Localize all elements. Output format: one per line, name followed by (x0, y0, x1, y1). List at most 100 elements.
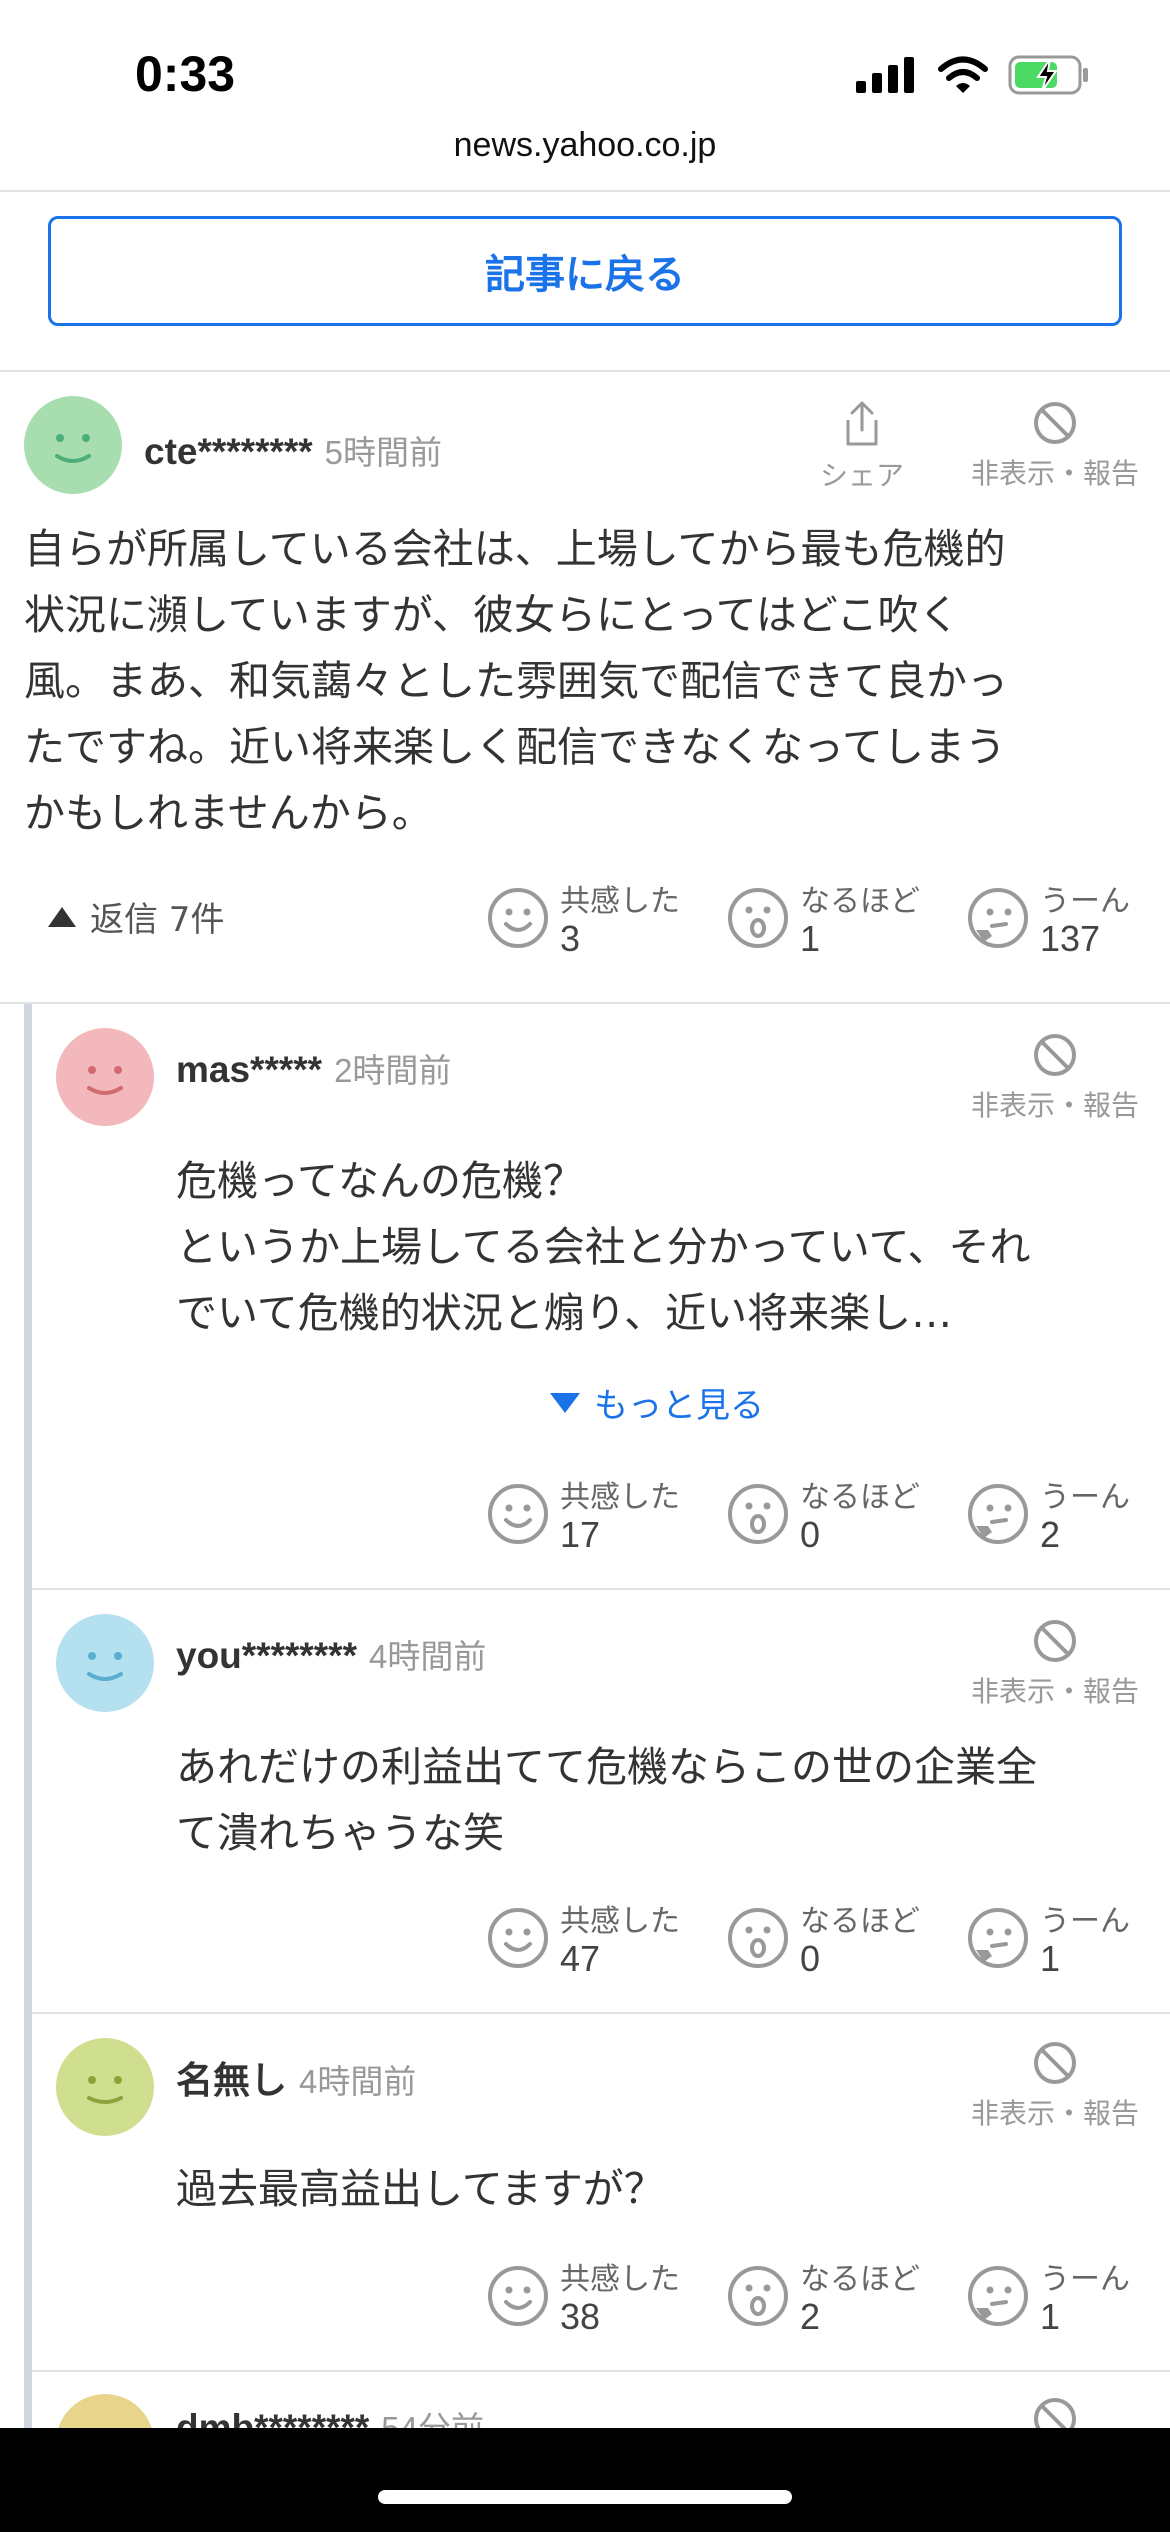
smiley-avatar-icon (87, 2076, 123, 2104)
hide-report-button[interactable]: 非表示・報告 (960, 1032, 1150, 1124)
username[interactable]: mas***** (176, 1049, 322, 1090)
insight-reaction-button[interactable]: なるほど 2 (726, 2254, 966, 2337)
reaction-bar: 共感した 3 なるほど 1 うーん 137 (486, 876, 1170, 959)
thinking-face-icon (968, 1484, 1028, 1544)
hide-report-button[interactable]: 非表示・報告 (960, 1618, 1150, 1710)
thinking-face-icon (968, 1908, 1028, 1968)
reaction-label: 共感した (560, 884, 680, 919)
reply-line: でいて危機的状況と煽り、近い将来楽し… (176, 1289, 953, 1337)
divider (0, 370, 1170, 372)
avatar[interactable] (56, 1028, 154, 1126)
home-indicator[interactable] (378, 2490, 792, 2504)
expand-triangle-icon (550, 1392, 580, 1413)
battery-charging-icon (1008, 55, 1088, 95)
show-more-link[interactable]: もっと見る (550, 1378, 764, 1427)
reaction-label: なるほど (800, 884, 920, 919)
replies-toggle[interactable]: 返信 7件 (48, 892, 224, 941)
reaction-label: うーん (1040, 1904, 1130, 1939)
reply-username[interactable]: you******** 4時間前 (176, 1630, 486, 1678)
share-button[interactable]: シェア (812, 400, 912, 494)
reaction-count: 2 (800, 2296, 821, 2337)
empathy-reaction-button[interactable]: 共感した 17 (486, 1472, 726, 1555)
reply-line: 過去最高益出してますが？ (176, 2165, 665, 2213)
reaction-label: なるほど (800, 2262, 920, 2297)
reply-line: あれだけの利益出てて危機ならこの世の企業全 (176, 1743, 1037, 1791)
insight-reaction-button[interactable]: なるほど 0 (726, 1472, 966, 1555)
smile-face-icon (488, 1908, 548, 1968)
reaction-label: 共感した (560, 1480, 680, 1515)
empathy-reaction-button[interactable]: 共感した 38 (486, 2254, 726, 2337)
empathy-reaction-button[interactable]: 共感した 47 (486, 1896, 726, 1979)
reply-thread-bar (24, 1004, 32, 2444)
reaction-count: 1 (800, 918, 821, 959)
empathy-reaction-button[interactable]: 共感した 3 (486, 876, 726, 959)
hmm-reaction-button[interactable]: うーん 1 (966, 1896, 1170, 1979)
hide-report-button[interactable]: 非表示・報告 (960, 400, 1150, 492)
hide-report-button[interactable]: 非表示・報告 (960, 2040, 1150, 2132)
hmm-reaction-button[interactable]: うーん 2 (966, 1472, 1170, 1555)
avatar[interactable] (56, 1614, 154, 1712)
collapse-triangle-icon (48, 906, 76, 927)
smiley-avatar-icon (55, 434, 91, 463)
reaction-label: なるほど (800, 1480, 920, 1515)
reply-username[interactable]: 名無し 4時間前 (176, 2050, 416, 2104)
surprised-face-icon (728, 1908, 788, 1968)
share-label: シェア (819, 459, 904, 492)
username[interactable]: 名無し (176, 2060, 287, 2101)
thinking-face-icon (968, 888, 1028, 948)
hmm-reaction-button[interactable]: うーん 137 (966, 876, 1170, 959)
back-to-article-button[interactable]: 記事に戻る (48, 216, 1122, 326)
reply-body: 過去最高益出してますが？ (176, 2156, 665, 2222)
comment-username[interactable]: cte******** 5時間前 (144, 426, 442, 474)
reaction-count: 137 (1040, 918, 1101, 959)
hide-report-label: 非表示・報告 (970, 457, 1139, 490)
insight-reaction-button[interactable]: なるほど 0 (726, 1896, 966, 1979)
insight-reaction-button[interactable]: なるほど 1 (726, 876, 966, 959)
block-icon (1034, 1034, 1076, 1076)
reaction-label: 共感した (560, 1904, 680, 1939)
comment-line: 自らが所属している会社は、上場してから最も危機的 (24, 525, 1006, 573)
divider (32, 1588, 1170, 1590)
reaction-count: 3 (560, 918, 581, 959)
comment-line: かもしれませんから。 (24, 789, 433, 837)
divider (32, 2012, 1170, 2014)
reaction-label: うーん (1040, 1480, 1130, 1515)
reaction-count: 2 (1040, 1514, 1061, 1555)
reply-time: 4時間前 (368, 1638, 487, 1675)
reaction-label: うーん (1040, 2262, 1130, 2297)
smile-face-icon (488, 2266, 548, 2326)
comment-line: 状況に瀕していますが、彼女らにとってはどこ吹く (24, 591, 960, 639)
reply-line: というか上場してる会社と分かっていて、それ (176, 1223, 1031, 1271)
wifi-icon (938, 56, 988, 93)
status-bar: 0:33 (0, 0, 1170, 120)
comment-line: たですね。近い将来楽しく配信できなくなってしまう (24, 723, 1006, 771)
reaction-bar: 共感した 47 なるほど 0 うーん 1 (486, 1896, 1170, 1979)
reaction-count: 1 (1040, 1938, 1061, 1979)
reply-line: 危機ってなんの危機？ (176, 1157, 584, 1205)
divider (0, 190, 1170, 192)
home-indicator-area (0, 2428, 1170, 2532)
reaction-bar: 共感した 38 なるほど 2 うーん 1 (486, 2254, 1170, 2337)
hmm-reaction-button[interactable]: うーん 1 (966, 2254, 1170, 2337)
block-icon (1034, 2042, 1076, 2084)
status-icons (856, 55, 1090, 95)
block-icon (1034, 1620, 1076, 1662)
username[interactable]: cte******** (144, 431, 313, 472)
share-icon (846, 401, 878, 446)
reaction-label: 共感した (560, 2262, 680, 2297)
smiley-avatar-icon (87, 1066, 123, 1095)
reaction-count: 0 (800, 1514, 821, 1555)
username[interactable]: you******** (176, 1635, 357, 1676)
surprised-face-icon (728, 1484, 788, 1544)
avatar[interactable] (56, 2038, 154, 2136)
browser-url[interactable]: news.yahoo.co.jp (0, 126, 1170, 165)
reply-username[interactable]: mas***** 2時間前 (176, 1044, 451, 1092)
replies-count-label: 返信 7件 (90, 900, 225, 940)
hide-report-label: 非表示・報告 (970, 1089, 1139, 1122)
status-time: 0:33 (135, 46, 236, 102)
reaction-count: 0 (800, 1938, 821, 1979)
reaction-count: 38 (560, 2296, 601, 2337)
reply-line: て潰れちゃうな笑 (176, 1809, 504, 1857)
surprised-face-icon (728, 888, 788, 948)
avatar[interactable] (24, 396, 122, 494)
